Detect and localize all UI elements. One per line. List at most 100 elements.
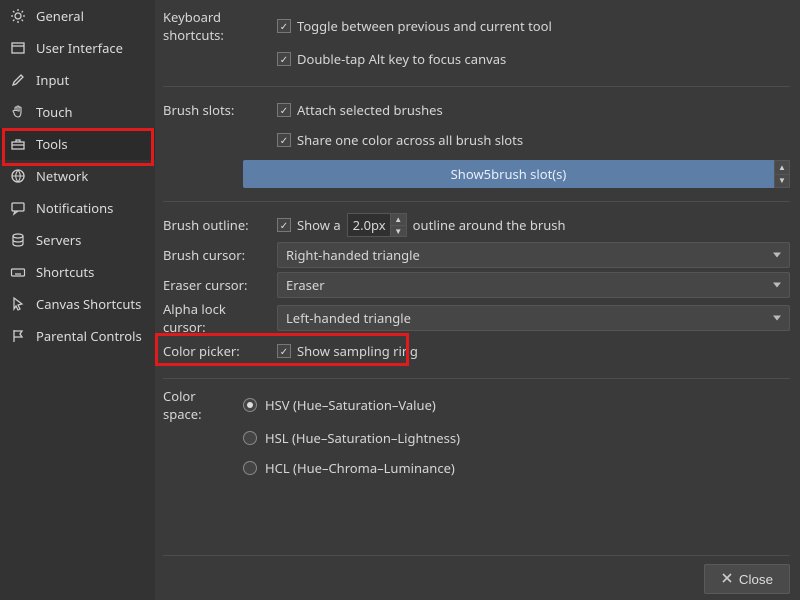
close-icon <box>721 572 733 587</box>
label-color-space: Color space: <box>163 387 237 423</box>
cursor-icon <box>10 296 26 312</box>
checkbox-icon <box>277 218 291 232</box>
radio-icon <box>243 431 257 445</box>
alpha-cursor-combo[interactable]: Left-handed triangle <box>277 305 790 331</box>
sidebar-item-network[interactable]: Network <box>0 160 155 192</box>
sidebar-item-label: Tools <box>36 135 68 153</box>
sidebar-item-label: General <box>36 7 84 25</box>
check-share-color[interactable]: Share one color across all brush slots <box>277 131 523 149</box>
check-label: Show a <box>297 216 341 234</box>
flag-icon <box>10 328 26 344</box>
globe-icon <box>10 168 26 184</box>
window-icon <box>10 40 26 56</box>
brush-cursor-combo[interactable]: Right-handed triangle <box>277 242 790 268</box>
sidebar-item-canvas-shortcuts[interactable]: Canvas Shortcuts <box>0 288 155 320</box>
step-up-button[interactable]: ▲ <box>775 161 789 174</box>
check-sampling-ring[interactable]: Show sampling ring <box>277 342 418 360</box>
combo-value: Right-handed triangle <box>286 246 420 264</box>
stepper-value-display: Show 5 brush slot(s) <box>243 160 774 188</box>
radio-label: HSV (Hue–Saturation–Value) <box>265 396 436 414</box>
sidebar-item-label: Notifications <box>36 199 113 217</box>
check-label: Attach selected brushes <box>297 101 443 119</box>
sidebar-item-parental-controls[interactable]: Parental Controls <box>0 320 155 352</box>
eraser-cursor-combo[interactable]: Eraser <box>277 272 790 298</box>
sidebar-item-label: User Interface <box>36 39 123 57</box>
separator <box>163 378 790 379</box>
row-brush-slot-count: Show 5 brush slot(s) ▲ ▼ <box>163 159 790 189</box>
outline-size-value[interactable]: 2.0px <box>347 213 391 237</box>
radio-label: HSL (Hue–Saturation–Lightness) <box>265 429 460 447</box>
sidebar-item-ui[interactable]: User Interface <box>0 32 155 64</box>
sidebar-item-label: Input <box>36 71 69 89</box>
label-brush-outline: Brush outline: <box>163 216 271 234</box>
check-doubletap-alt[interactable]: Double-tap Alt key to focus canvas <box>277 50 506 68</box>
stepper-buttons: ▲ ▼ <box>774 160 790 188</box>
sidebar-item-general[interactable]: General <box>0 0 155 32</box>
label-keyboard-shortcuts: Keyboard shortcuts: <box>163 8 271 44</box>
close-button-label: Close <box>739 572 773 587</box>
sidebar-item-servers[interactable]: Servers <box>0 224 155 256</box>
chat-icon <box>10 200 26 216</box>
radio-icon <box>243 398 257 412</box>
radio-label: HCL (Hue–Chroma–Luminance) <box>265 459 455 477</box>
label-color-picker: Color picker: <box>163 342 271 360</box>
row-color-space-hsv: Color space: HSV (Hue–Saturation–Value) <box>163 387 790 423</box>
check-attach-brushes[interactable]: Attach selected brushes <box>277 101 443 119</box>
sidebar-item-label: Canvas Shortcuts <box>36 295 141 313</box>
radio-icon <box>243 461 257 475</box>
sidebar-item-shortcuts[interactable]: Shortcuts <box>0 256 155 288</box>
radio-hsl[interactable]: HSL (Hue–Saturation–Lightness) <box>243 429 460 447</box>
separator <box>163 201 790 202</box>
label-brush-slots: Brush slots: <box>163 101 271 119</box>
row-brush-cursor: Brush cursor: Right-handed triangle <box>163 240 790 270</box>
sidebar-item-tools[interactable]: Tools <box>0 128 155 160</box>
settings-panel: Keyboard shortcuts: Toggle between previ… <box>155 0 800 600</box>
label-brush-cursor: Brush cursor: <box>163 246 271 264</box>
check-label: Show sampling ring <box>297 342 418 360</box>
check-label: Toggle between previous and current tool <box>297 17 552 35</box>
sidebar-item-label: Touch <box>36 103 73 121</box>
servers-icon <box>10 232 26 248</box>
separator <box>163 86 790 87</box>
radio-hcl[interactable]: HCL (Hue–Chroma–Luminance) <box>243 459 455 477</box>
checkbox-icon <box>277 344 291 358</box>
row-color-space-hsl: HSL (Hue–Saturation–Lightness) <box>163 423 790 453</box>
step-up-button[interactable]: ▲ <box>391 214 406 225</box>
step-down-button[interactable]: ▼ <box>391 225 406 237</box>
row-share-color: Share one color across all brush slots <box>163 125 790 155</box>
row-alpha-cursor: Alpha lock cursor: Left-handed triangle <box>163 300 790 336</box>
dialog-footer: Close <box>163 555 790 594</box>
label-eraser-cursor: Eraser cursor: <box>163 276 271 294</box>
row-eraser-cursor: Eraser cursor: Eraser <box>163 270 790 300</box>
row-keyboard-shortcuts: Keyboard shortcuts: Toggle between previ… <box>163 8 790 44</box>
row-keyboard-doubletap: Double-tap Alt key to focus canvas <box>163 44 790 74</box>
hand-icon <box>10 104 26 120</box>
checkbox-icon <box>277 19 291 33</box>
brush-slot-count-stepper[interactable]: Show 5 brush slot(s) ▲ ▼ <box>243 160 790 188</box>
row-brush-slots: Brush slots: Attach selected brushes <box>163 95 790 125</box>
sidebar-item-label: Servers <box>36 231 81 249</box>
sidebar-item-label: Shortcuts <box>36 263 94 281</box>
check-show-outline[interactable]: Show a <box>277 216 341 234</box>
sidebar-item-label: Parental Controls <box>36 327 142 345</box>
sidebar-item-touch[interactable]: Touch <box>0 96 155 128</box>
checkbox-icon <box>277 103 291 117</box>
outline-size-input[interactable]: 2.0px ▲ ▼ <box>347 213 407 237</box>
combo-value: Left-handed triangle <box>286 309 411 327</box>
sidebar-item-label: Network <box>36 167 88 185</box>
check-label: Share one color across all brush slots <box>297 131 523 149</box>
pen-icon <box>10 72 26 88</box>
row-color-space-hcl: HCL (Hue–Chroma–Luminance) <box>163 453 790 483</box>
checkbox-icon <box>277 133 291 147</box>
keyboard-icon <box>10 264 26 280</box>
close-button[interactable]: Close <box>704 564 790 594</box>
step-down-button[interactable]: ▼ <box>775 174 789 188</box>
outline-suffix: outline around the brush <box>413 216 566 234</box>
sidebar-item-input[interactable]: Input <box>0 64 155 96</box>
checkbox-icon <box>277 52 291 66</box>
radio-hsv[interactable]: HSV (Hue–Saturation–Value) <box>243 396 436 414</box>
sidebar-item-notifications[interactable]: Notifications <box>0 192 155 224</box>
check-toggle-tool[interactable]: Toggle between previous and current tool <box>277 17 552 35</box>
combo-value: Eraser <box>286 276 325 294</box>
row-brush-outline: Brush outline: Show a 2.0px ▲ ▼ outline … <box>163 210 790 240</box>
